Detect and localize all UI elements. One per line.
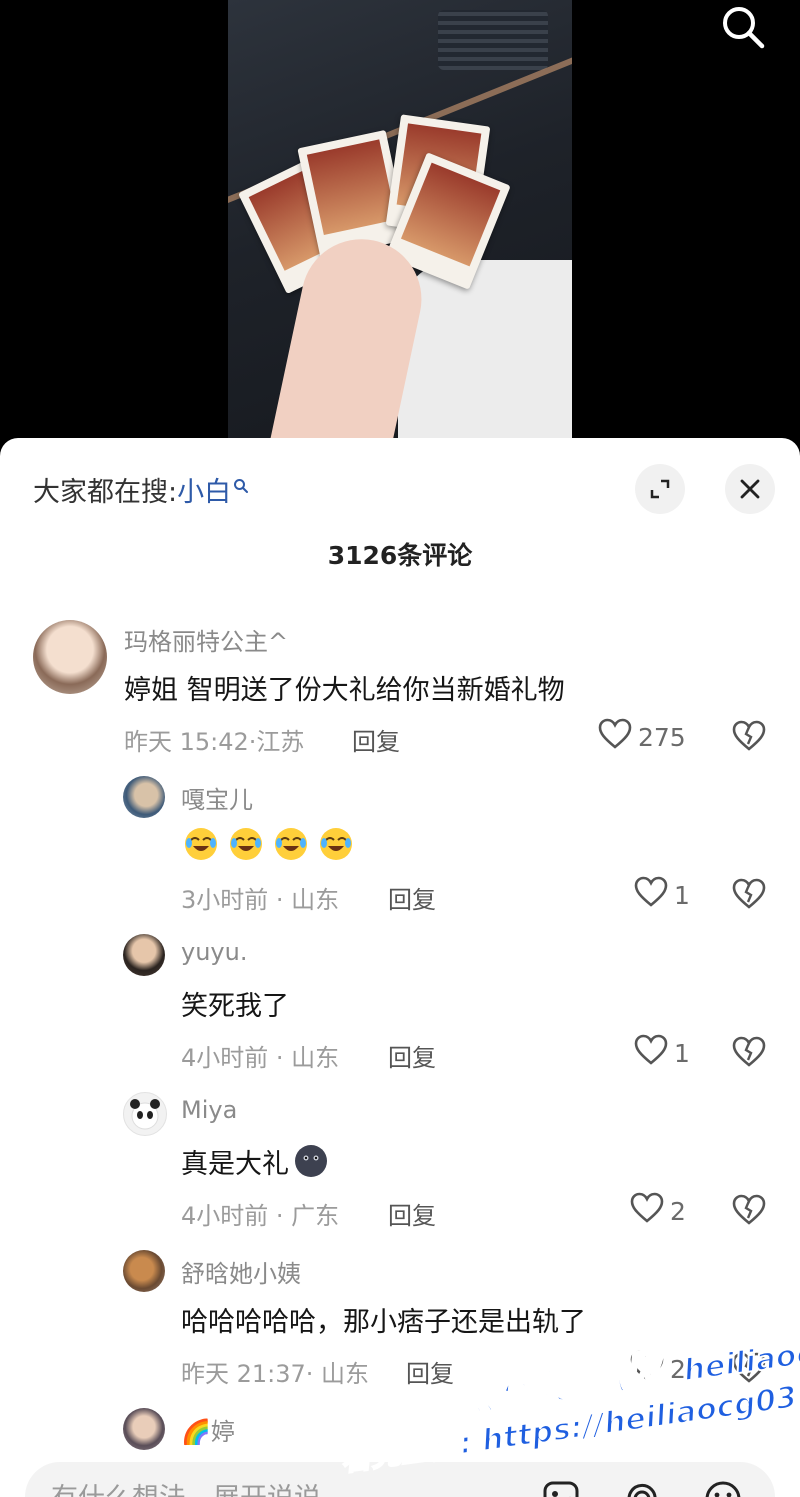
car-vent xyxy=(438,10,548,70)
laugh-cry-emoji xyxy=(273,826,309,862)
like-count: 2 xyxy=(670,1196,686,1226)
like-button[interactable]: 1 xyxy=(634,876,690,914)
at-icon[interactable] xyxy=(621,1478,663,1497)
hot-search-label: 大家都在搜: xyxy=(33,477,178,508)
like-button[interactable]: 1 xyxy=(634,1034,690,1072)
heart-icon xyxy=(634,1034,668,1072)
broken-heart-icon xyxy=(732,1036,766,1072)
like-count: 1 xyxy=(674,1038,690,1068)
laugh-cry-emoji xyxy=(228,826,264,862)
heart-icon xyxy=(598,718,632,756)
comment-meta: 4小时前 · 山东 xyxy=(181,1044,340,1072)
heart-icon xyxy=(630,1350,664,1388)
comment-meta: 3小时前 · 山东 xyxy=(181,886,340,914)
comment-text: 真是大礼 xyxy=(181,1149,289,1180)
broken-heart-icon xyxy=(732,1194,766,1230)
like-count: 1 xyxy=(674,880,690,910)
reply-button[interactable]: 回复 xyxy=(352,722,400,757)
image-icon[interactable] xyxy=(540,1478,582,1497)
avatar[interactable] xyxy=(123,1092,167,1136)
dislike-button[interactable] xyxy=(732,1352,766,1388)
sleeve xyxy=(398,260,572,460)
comment-text: 笑死我了 xyxy=(181,991,289,1022)
dislike-button[interactable] xyxy=(732,1036,766,1072)
heart-icon xyxy=(630,1192,664,1230)
broken-heart-icon xyxy=(732,1352,766,1388)
like-count: 2 xyxy=(670,1354,686,1384)
comment-meta: 昨天 15:42·江苏 xyxy=(124,728,305,756)
emoji-icon[interactable] xyxy=(702,1478,744,1497)
comment-meta: 昨天 21:37· 山东 xyxy=(181,1360,370,1388)
expand-button[interactable] xyxy=(635,464,685,514)
comment-input[interactable] xyxy=(49,1482,483,1497)
video-player[interactable] xyxy=(0,0,800,460)
comment-author[interactable]: 🌈婷 xyxy=(181,1412,235,1447)
dislike-button[interactable] xyxy=(732,720,766,756)
laugh-cry-emoji xyxy=(183,826,219,862)
comment-meta: 4小时前 · 广东 xyxy=(181,1202,340,1230)
comment-author[interactable]: 舒晗她小姨 xyxy=(181,1254,301,1289)
broken-heart-icon xyxy=(732,878,766,914)
comment-text-wrap: 真是大礼 xyxy=(181,1142,329,1181)
comment-sheet: 大家都在搜:小白 3126条评论 玛格丽特公主^ 婷姐 智明送了份大礼给你当新婚… xyxy=(0,438,800,1497)
like-button[interactable]: 2 xyxy=(630,1350,686,1388)
comment-input-bar xyxy=(25,1462,775,1497)
reply-button[interactable]: 回复 xyxy=(388,1196,436,1231)
like-button[interactable]: 2 xyxy=(630,1192,686,1230)
hot-search[interactable]: 大家都在搜:小白 xyxy=(33,470,249,509)
comment-emojis xyxy=(183,826,363,869)
like-button[interactable]: 275 xyxy=(598,718,686,756)
avatar[interactable] xyxy=(33,620,107,694)
comment-count: 3126条评论 xyxy=(327,541,473,570)
like-count: 275 xyxy=(638,722,686,752)
reply-button[interactable]: 回复 xyxy=(388,880,436,915)
dislike-button[interactable] xyxy=(732,1194,766,1230)
reply-button[interactable]: 回复 xyxy=(406,1354,454,1389)
comment-author[interactable]: yuyu. xyxy=(181,938,247,966)
reply-button[interactable]: 回复 xyxy=(388,1038,436,1073)
comment-text: 哈哈哈哈哈，那小痞子还是出轨了 xyxy=(181,1307,586,1338)
video-frame xyxy=(228,0,572,460)
comment-author[interactable]: 嘎宝儿 xyxy=(181,780,253,815)
search-icon[interactable] xyxy=(718,2,766,50)
close-button[interactable] xyxy=(725,464,775,514)
heart-icon xyxy=(634,876,668,914)
comment-text: 婷姐 智明送了份大礼给你当新婚礼物 xyxy=(124,675,565,706)
hot-search-keyword[interactable]: 小白 xyxy=(177,477,231,508)
blob-emoji xyxy=(293,1143,329,1179)
comment-author[interactable]: Miya xyxy=(181,1096,237,1124)
avatar[interactable] xyxy=(123,1250,165,1292)
dislike-button[interactable] xyxy=(732,878,766,914)
avatar[interactable] xyxy=(123,1408,165,1450)
broken-heart-icon xyxy=(732,720,766,756)
laugh-cry-emoji xyxy=(318,826,354,862)
avatar[interactable] xyxy=(123,776,165,818)
search-small-icon xyxy=(233,470,249,501)
comment-author[interactable]: 玛格丽特公主^ xyxy=(124,622,288,657)
avatar[interactable] xyxy=(123,934,165,976)
